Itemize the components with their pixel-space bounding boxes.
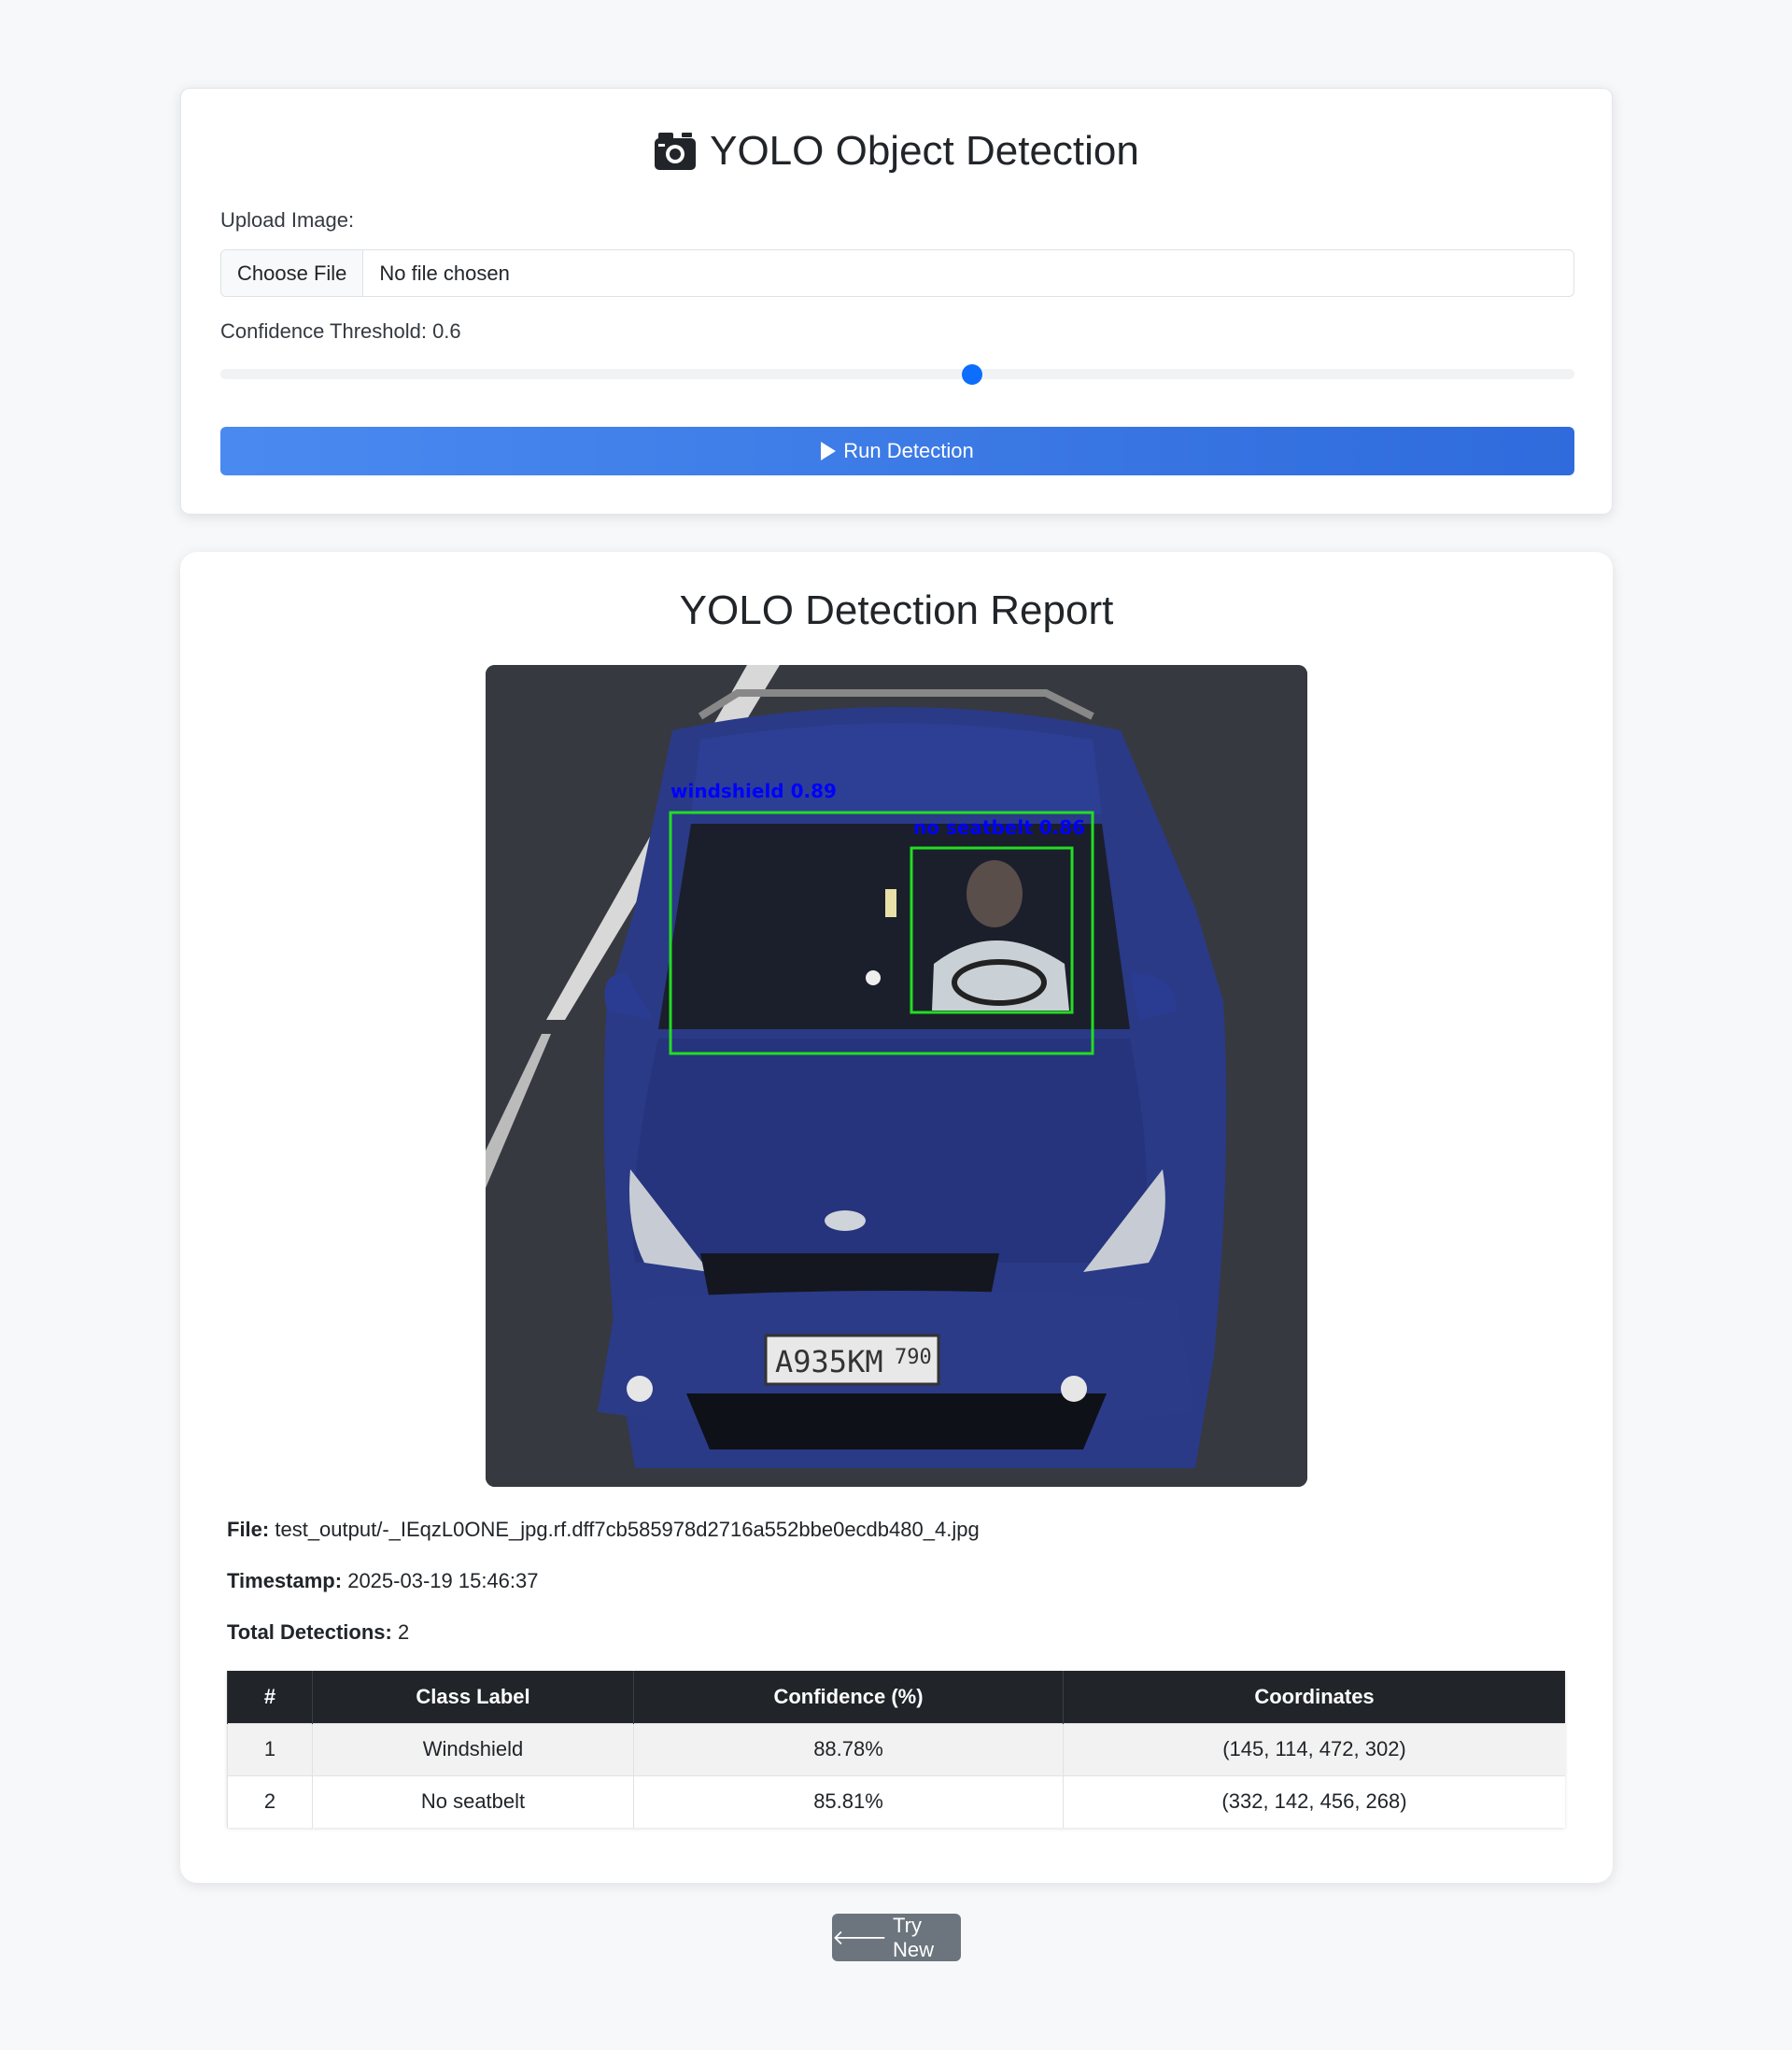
camera-icon	[654, 131, 697, 172]
table-cell: No seatbelt	[312, 1774, 634, 1828]
run-detection-button[interactable]: Run Detection	[220, 427, 1574, 475]
timestamp-label: Timestamp:	[227, 1569, 343, 1592]
table-row: 1 Windshield 88.78% (145, 114, 472, 302)	[227, 1722, 1565, 1775]
no-seatbelt-box-label: no seatbelt 0.86	[913, 816, 1085, 839]
table-cell: (332, 142, 456, 268)	[1063, 1774, 1565, 1828]
table-header-row: # Class Label Confidence (%) Coordinates	[227, 1671, 1565, 1723]
timestamp-value: 2025-03-19 15:46:37	[347, 1569, 539, 1592]
total-detections-info: Total Detections: 2	[227, 1620, 409, 1645]
upload-card: YOLO Object Detection Upload Image: Choo…	[180, 88, 1613, 515]
timestamp-info: Timestamp: 2025-03-19 15:46:37	[227, 1569, 539, 1593]
confidence-label: Confidence Threshold: 0.6	[220, 319, 461, 343]
detection-result-image: A935KM 790 windshield 0.89 no seatbelt 0…	[486, 665, 1307, 1487]
page-title: YOLO Object Detection	[710, 128, 1139, 174]
table-cell: 1	[227, 1722, 313, 1775]
report-card: YOLO Detection Report A935KM 790 windshi…	[180, 552, 1613, 1883]
try-new-label: Try New	[893, 1913, 935, 1961]
report-title: YOLO Detection Report	[679, 587, 1114, 633]
file-info: File: test_output/-_IEqzL0ONE_jpg.rf.dff…	[227, 1518, 980, 1542]
table-cell: 2	[227, 1774, 313, 1828]
column-header-index: #	[227, 1671, 313, 1723]
play-icon	[821, 442, 837, 460]
table-cell: 85.81%	[633, 1774, 1064, 1828]
total-detections-label: Total Detections:	[227, 1620, 392, 1644]
column-header-confidence: Confidence (%)	[633, 1671, 1064, 1723]
slider-thumb[interactable]	[961, 364, 982, 385]
table-cell: (145, 114, 472, 302)	[1063, 1722, 1565, 1775]
file-name-text: No file chosen	[379, 261, 510, 285]
table-cell: 88.78%	[633, 1722, 1064, 1775]
arrow-left-icon: 🡐	[832, 1925, 887, 1949]
file-value: test_output/-_IEqzL0ONE_jpg.rf.dff7cb585…	[275, 1518, 980, 1541]
total-detections-value: 2	[397, 1620, 410, 1644]
windshield-box-label: windshield 0.89	[670, 780, 837, 802]
file-input[interactable]: Choose File No file chosen	[220, 249, 1574, 297]
upload-label: Upload Image:	[220, 208, 355, 232]
choose-file-button[interactable]: Choose File	[221, 250, 364, 296]
try-new-button[interactable]: 🡐 Try New	[832, 1914, 961, 1961]
upload-card-title: YOLO Object Detection	[181, 128, 1612, 175]
file-label: File:	[227, 1518, 270, 1541]
plate-region-text: 790	[895, 1346, 932, 1369]
table-cell: Windshield	[312, 1722, 634, 1775]
detections-table: # Class Label Confidence (%) Coordinates…	[227, 1671, 1565, 1828]
run-detection-label: Run Detection	[843, 439, 974, 462]
plate-text: A935KM	[775, 1344, 883, 1379]
table-row: 2 No seatbelt 85.81% (332, 142, 456, 268…	[227, 1774, 1565, 1828]
column-header-coordinates: Coordinates	[1063, 1671, 1565, 1723]
column-header-class: Class Label	[312, 1671, 634, 1723]
confidence-slider[interactable]	[220, 364, 1574, 385]
